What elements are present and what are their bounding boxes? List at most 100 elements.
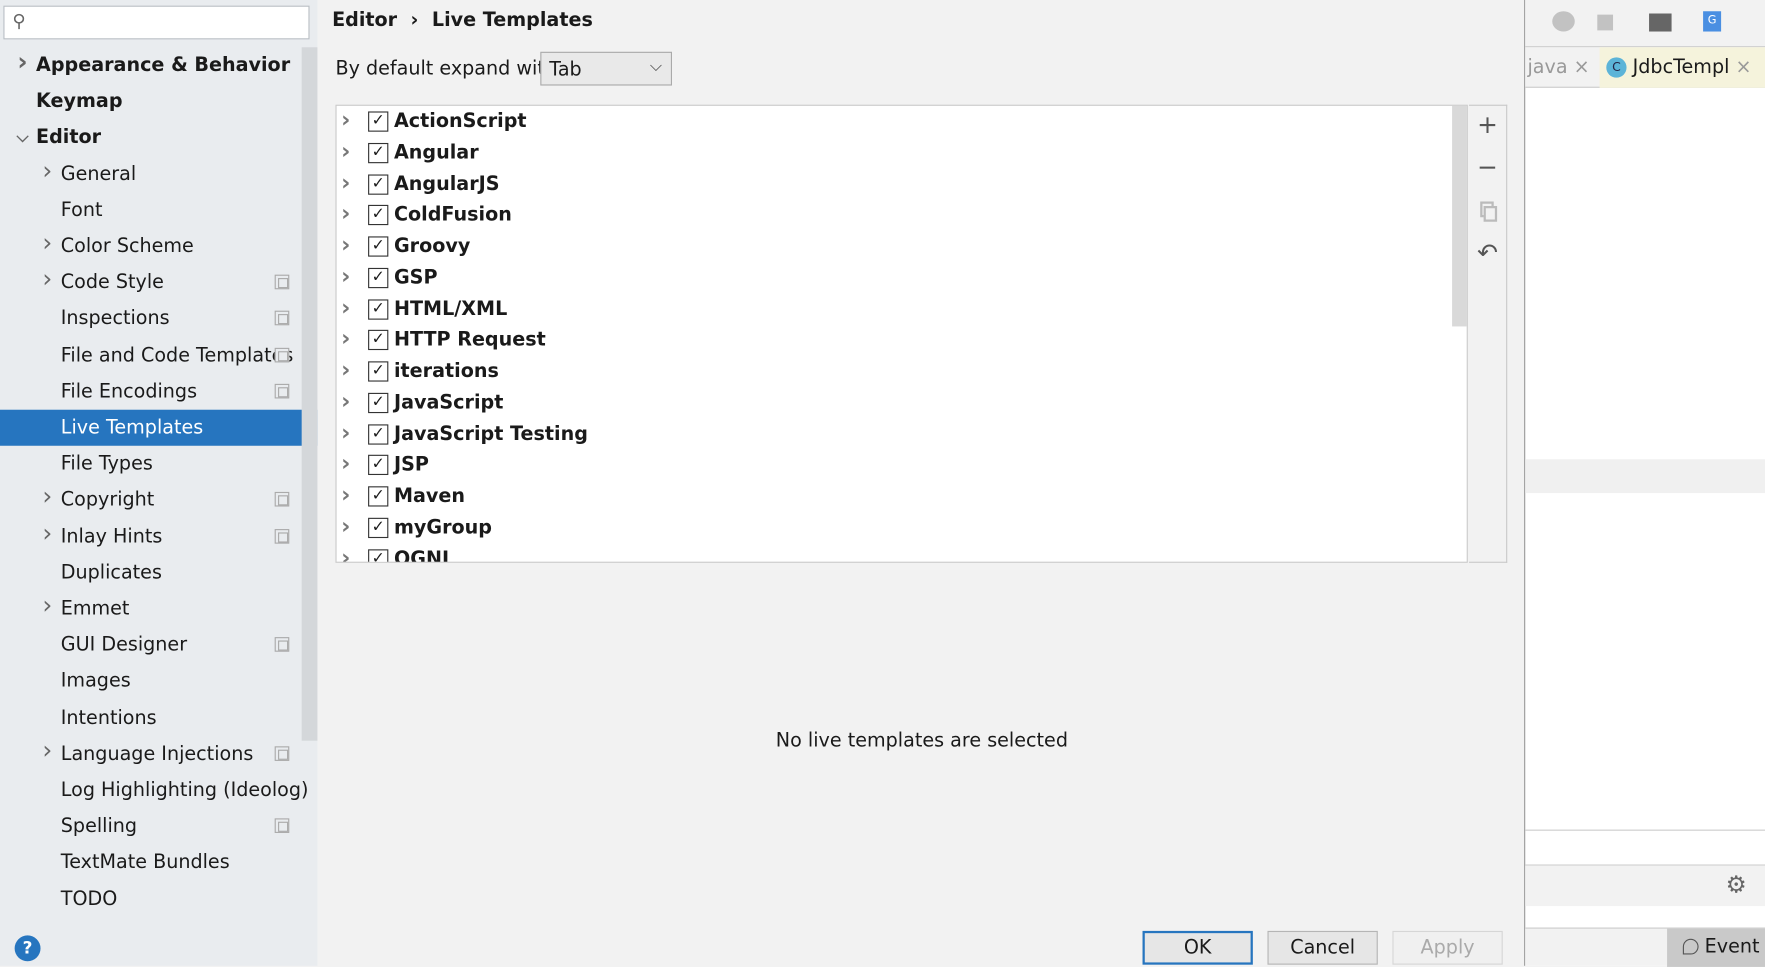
chevron-right-icon[interactable]: › — [38, 589, 56, 625]
sidebar-item-label: Log Highlighting (Ideolog) — [60, 778, 309, 802]
cancel-button[interactable]: Cancel — [1267, 930, 1378, 965]
close-icon[interactable]: × — [1736, 56, 1752, 79]
close-icon[interactable]: × — [1574, 56, 1590, 79]
chevron-down-icon[interactable]: ⌵ — [14, 120, 32, 156]
breadcrumb-current: Live Templates — [431, 9, 593, 32]
list-scrollbar[interactable] — [1452, 105, 1467, 327]
sidebar-item-emmet[interactable]: › Emmet — [0, 591, 302, 627]
apply-button[interactable]: Apply — [1392, 930, 1503, 965]
chevron-right-icon[interactable]: › — [341, 416, 350, 448]
template-group-checkbox[interactable]: ✓ — [368, 548, 389, 562]
sidebar-item-label: Spelling — [60, 815, 138, 838]
add-icon[interactable]: + — [1469, 111, 1506, 139]
sidebar-item-copyright[interactable]: › Copyright — [0, 482, 302, 518]
project-scope-icon — [274, 311, 290, 326]
template-groups-list[interactable]: › ✓ ActionScript › ✓ Angular › ✓ AngularJS › ✓ Cold… — [335, 104, 1468, 563]
template-group-checkbox[interactable]: ✓ — [368, 267, 389, 288]
sidebar-item-label: Editor — [36, 126, 102, 150]
sidebar-item-appearance-behavior[interactable]: › Appearance & Behavior — [0, 47, 302, 83]
expand-dropdown[interactable]: Tab ⌵ — [540, 51, 673, 86]
template-group-checkbox[interactable]: ✓ — [368, 330, 389, 351]
revert-icon[interactable]: ↶ — [1469, 240, 1506, 268]
sidebar-item-file-types[interactable]: File Types — [0, 446, 302, 482]
expand-label: By default expand with — [335, 57, 557, 80]
template-group-checkbox[interactable]: ✓ — [368, 361, 389, 382]
chevron-right-icon[interactable]: › — [341, 135, 350, 167]
chevron-right-icon[interactable]: › — [38, 480, 56, 516]
chevron-right-icon[interactable]: › — [38, 154, 56, 190]
sidebar-item-general[interactable]: › General — [0, 156, 302, 192]
template-group-checkbox[interactable]: ✓ — [368, 236, 389, 257]
event-log-icon — [1682, 938, 1699, 955]
chevron-right-icon[interactable]: › — [38, 516, 56, 552]
search-input[interactable]: ⚲ — [3, 5, 310, 40]
copy-icon[interactable] — [1469, 201, 1506, 224]
sidebar-item-keymap[interactable]: Keymap — [0, 84, 302, 120]
template-group-checkbox[interactable]: ✓ — [368, 298, 389, 320]
sidebar-item-todo[interactable]: TODO — [0, 881, 302, 917]
template-group-label: myGroup — [393, 516, 493, 539]
sidebar-item-duplicates[interactable]: Duplicates — [0, 555, 302, 591]
chevron-right-icon[interactable]: › — [341, 229, 350, 261]
sidebar-item-spelling[interactable]: Spelling — [0, 808, 302, 844]
chevron-right-icon[interactable]: › — [14, 45, 32, 81]
chevron-right-icon[interactable]: › — [38, 226, 56, 262]
chevron-right-icon[interactable]: › — [341, 478, 350, 510]
stop-icon[interactable] — [1597, 14, 1614, 31]
chevron-right-icon[interactable]: › — [341, 447, 350, 479]
sidebar-item-log-highlighting-ideolog[interactable]: Log Highlighting (Ideolog) — [0, 772, 309, 808]
chevron-right-icon[interactable]: › — [341, 510, 350, 542]
sidebar-item-intentions[interactable]: Intentions — [0, 700, 302, 736]
template-group-checkbox[interactable]: ✓ — [368, 205, 389, 226]
gear-icon[interactable]: ⚙ — [1726, 871, 1747, 898]
chevron-right-icon[interactable]: › — [341, 291, 350, 323]
chevron-right-icon[interactable]: › — [38, 262, 56, 298]
chevron-down-icon: ⌵ — [649, 57, 662, 76]
sidebar-item-editor[interactable]: ⌵ Editor — [0, 120, 302, 156]
chevron-right-icon[interactable]: › — [38, 734, 56, 770]
template-group-checkbox[interactable]: ✓ — [368, 111, 389, 132]
search-icon: ⚲ — [12, 10, 26, 32]
sidebar-item-code-style[interactable]: › Code Style — [0, 265, 302, 301]
event-log-label: Event L — [1704, 935, 1765, 958]
template-group-checkbox[interactable]: ✓ — [368, 455, 389, 476]
template-group-label: Groovy — [393, 235, 471, 258]
sidebar-item-color-scheme[interactable]: › Color Scheme — [0, 229, 302, 265]
chevron-right-icon[interactable]: › — [341, 322, 350, 354]
chevron-right-icon[interactable]: › — [341, 166, 350, 198]
help-icon[interactable]: ? — [14, 935, 41, 962]
template-group-checkbox[interactable]: ✓ — [368, 486, 389, 507]
sidebar-item-inspections[interactable]: Inspections — [0, 301, 302, 337]
translate-icon[interactable]: G — [1703, 11, 1722, 32]
template-group-checkbox[interactable]: ✓ — [368, 517, 389, 538]
chevron-right-icon[interactable]: › — [341, 106, 350, 135]
chevron-right-icon[interactable]: › — [341, 197, 350, 229]
ok-button[interactable]: OK — [1142, 930, 1253, 965]
project-structure-icon[interactable] — [1649, 13, 1672, 32]
sidebar-item-textmate-bundles[interactable]: TextMate Bundles — [0, 845, 302, 881]
sidebar-item-file-encodings[interactable]: File Encodings — [0, 373, 302, 409]
template-group-checkbox[interactable]: ✓ — [368, 392, 389, 413]
sidebar-scrollbar[interactable] — [301, 47, 318, 741]
sidebar-item-images[interactable]: Images — [0, 663, 302, 699]
chevron-right-icon[interactable]: › — [341, 260, 350, 292]
debug-icon[interactable] — [1552, 11, 1575, 32]
sidebar-item-inlay-hints[interactable]: › Inlay Hints — [0, 518, 302, 554]
sidebar-item-live-templates[interactable]: Live Templates — [0, 409, 318, 446]
sidebar-item-file-and-code-templates[interactable]: File and Code Templates — [0, 337, 302, 373]
tab-jdbctempl[interactable]: C JdbcTempl × — [1599, 47, 1765, 88]
template-group-checkbox[interactable]: ✓ — [368, 142, 389, 163]
sidebar-item-font[interactable]: Font — [0, 192, 302, 228]
sidebar-item-language-injections[interactable]: › Language Injections — [0, 736, 302, 772]
event-log-button[interactable]: Event L — [1667, 928, 1765, 967]
sidebar-item-label: File Encodings — [60, 380, 198, 403]
chevron-right-icon[interactable]: › — [341, 385, 350, 417]
remove-icon[interactable]: − — [1469, 154, 1506, 182]
chevron-right-icon[interactable]: › — [341, 353, 350, 385]
template-group-checkbox[interactable]: ✓ — [368, 173, 389, 195]
sidebar-item-gui-designer[interactable]: GUI Designer — [0, 627, 302, 663]
tab-java[interactable]: java × — [1525, 47, 1599, 88]
breadcrumb-parent[interactable]: Editor — [332, 9, 397, 32]
chevron-right-icon[interactable]: › — [341, 541, 350, 562]
template-group-checkbox[interactable]: ✓ — [368, 423, 389, 445]
